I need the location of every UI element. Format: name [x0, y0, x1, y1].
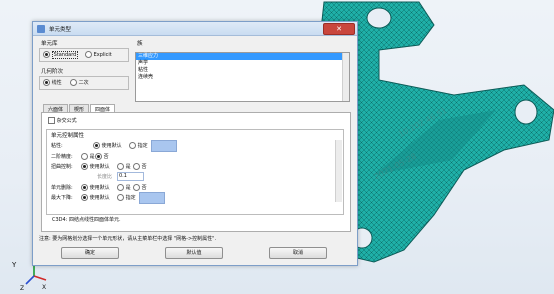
element-library-group: Standard Explicit	[39, 48, 129, 62]
deletion-label: 单元删除:	[51, 185, 73, 191]
second-order-no-radio[interactable]: 否	[95, 153, 109, 160]
radio-standard[interactable]: Standard	[43, 51, 79, 59]
radio-dot-icon	[117, 163, 124, 170]
element-library-label: 单元库	[41, 41, 58, 47]
element-controls-title: 单元控制属性	[51, 133, 85, 139]
radio-dot-icon	[117, 194, 124, 201]
dialog-titlebar[interactable]: 单元类型 ✕	[33, 22, 357, 36]
axis-y-label: Y	[11, 261, 17, 269]
radio-quadratic[interactable]: 二次	[70, 79, 89, 86]
list-item[interactable]: 三维应力	[136, 53, 349, 60]
max-degradation-specify-radio[interactable]: 指定	[117, 194, 136, 201]
viscosity-specify-radio[interactable]: 指定	[129, 142, 148, 149]
app-icon	[37, 24, 45, 33]
geometric-order-label: 几何阶次	[41, 69, 64, 75]
distortion-default-radio[interactable]: 使用默认	[81, 163, 110, 170]
deletion-no-radio[interactable]: 否	[133, 184, 147, 191]
max-degradation-value-swatch	[139, 192, 165, 204]
radio-dot-icon	[81, 184, 88, 191]
tet-tab-panel: 杂交公式 单元控制属性 粘性: 使用默认 指定 二阶精度: 是 否 扭曲控制: …	[41, 112, 351, 232]
geometric-order-group: 线性 二次	[39, 76, 129, 90]
radio-dot-icon	[43, 51, 50, 58]
radio-explicit[interactable]: Explicit	[85, 51, 112, 58]
radio-dot-icon	[85, 51, 92, 58]
length-ratio-field[interactable]: 0.1	[117, 172, 144, 181]
radio-dot-icon	[117, 184, 124, 191]
axis-x-label: X	[42, 284, 46, 291]
viscosity-default-radio[interactable]: 使用默认	[93, 142, 122, 149]
viscosity-value-swatch	[151, 140, 177, 152]
radio-dot-icon	[95, 153, 102, 160]
defaults-button[interactable]: 默认值	[165, 247, 223, 259]
viscosity-label: 粘性:	[51, 143, 63, 149]
distortion-no-radio[interactable]: 否	[133, 163, 147, 170]
list-item[interactable]: 连续壳	[136, 74, 349, 81]
list-item[interactable]: 声学	[136, 60, 349, 67]
element-description: C3D4: 四结点线性四面体单元.	[52, 217, 121, 223]
radio-linear[interactable]: 线性	[43, 79, 62, 86]
radio-dot-icon	[81, 163, 88, 170]
close-button[interactable]: ✕	[323, 23, 355, 35]
radio-dot-icon	[133, 184, 140, 191]
deletion-yes-radio[interactable]: 是	[117, 184, 131, 191]
length-ratio-label: 长度比	[97, 174, 113, 180]
radio-dot-icon	[81, 194, 88, 201]
element-controls-group: 单元控制属性 粘性: 使用默认 指定 二阶精度: 是 否 扭曲控制: 使用默认 …	[46, 129, 344, 215]
radio-dot-icon	[93, 142, 100, 149]
radio-dot-icon	[133, 163, 140, 170]
element-type-dialog: 单元类型 ✕ 单元库 Standard Explicit 族 三维应力 声学 粘…	[32, 21, 358, 266]
radio-dot-icon	[81, 153, 88, 160]
distortion-yes-radio[interactable]: 是	[117, 163, 131, 170]
controls-scrollbar[interactable]	[335, 140, 342, 202]
axis-z-label: Z	[20, 285, 24, 292]
dialog-title: 单元类型	[49, 26, 72, 33]
ok-button[interactable]: 确定	[61, 247, 119, 259]
radio-dot-icon	[129, 142, 136, 149]
max-degradation-label: 最大下降:	[51, 195, 73, 201]
deletion-default-radio[interactable]: 使用默认	[81, 184, 110, 191]
radio-dot-icon	[43, 79, 50, 86]
length-ratio-input[interactable]: 0.1	[117, 172, 144, 181]
listbox-scrollbar[interactable]	[342, 53, 349, 101]
cancel-button[interactable]: 取消	[269, 247, 327, 259]
hybrid-checkbox[interactable]: 杂交公式	[48, 117, 77, 124]
second-order-yes-radio[interactable]: 是	[81, 153, 95, 160]
distortion-label: 扭曲控制:	[51, 164, 73, 170]
radio-dot-icon	[70, 79, 77, 86]
list-item[interactable]: 粘性	[136, 67, 349, 74]
mesh-note: 注意: 要为网格划分选择一个单元形状，请从主菜单栏中选择 "网格->控制属性".	[39, 236, 217, 242]
family-label: 族	[137, 41, 143, 47]
second-order-label: 二阶精度:	[51, 154, 73, 160]
checkbox-icon	[48, 117, 55, 124]
max-degradation-default-radio[interactable]: 使用默认	[81, 194, 110, 201]
family-listbox[interactable]: 三维应力 声学 粘性 连续壳	[135, 52, 350, 102]
